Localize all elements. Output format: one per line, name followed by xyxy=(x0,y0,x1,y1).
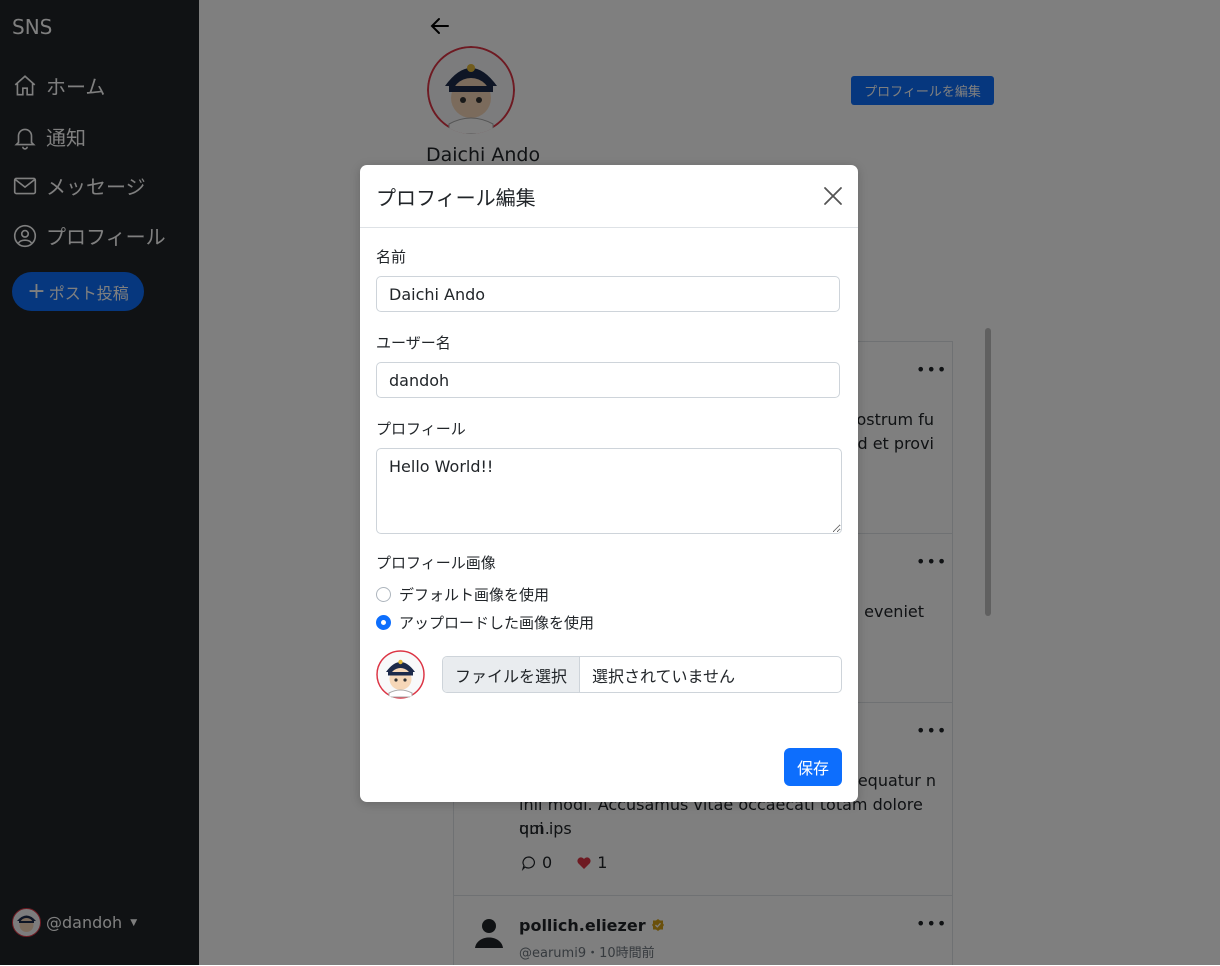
radio-unchecked[interactable] xyxy=(376,587,391,602)
radio-uploaded-image[interactable]: アップロードした画像を使用 xyxy=(376,612,594,633)
username-field[interactable] xyxy=(376,362,840,398)
choose-file-button[interactable]: ファイルを選択 xyxy=(443,657,580,692)
username-label: ユーザー名 xyxy=(376,334,451,352)
save-button[interactable]: 保存 xyxy=(784,748,842,786)
edit-profile-modal: プロフィール編集 名前 ユーザー名 プロフィール Hello World!! プ… xyxy=(360,165,858,802)
radio-default-label: デフォルト画像を使用 xyxy=(399,586,550,604)
file-status-text: 選択されていません xyxy=(592,666,736,686)
close-icon[interactable] xyxy=(822,185,844,207)
name-field[interactable] xyxy=(376,276,840,312)
bio-textarea[interactable]: Hello World!! xyxy=(376,448,842,534)
radio-checked[interactable] xyxy=(376,615,391,630)
bio-label: プロフィール xyxy=(376,420,466,438)
name-label: 名前 xyxy=(376,248,407,266)
image-preview xyxy=(376,650,425,699)
file-upload-input[interactable]: ファイルを選択 選択されていません xyxy=(442,656,842,693)
modal-title: プロフィール編集 xyxy=(376,186,536,210)
profile-image-label: プロフィール画像 xyxy=(376,554,496,572)
modal-header: プロフィール編集 xyxy=(360,165,858,228)
radio-uploaded-label: アップロードした画像を使用 xyxy=(399,614,595,632)
radio-default-image[interactable]: デフォルト画像を使用 xyxy=(376,584,549,605)
